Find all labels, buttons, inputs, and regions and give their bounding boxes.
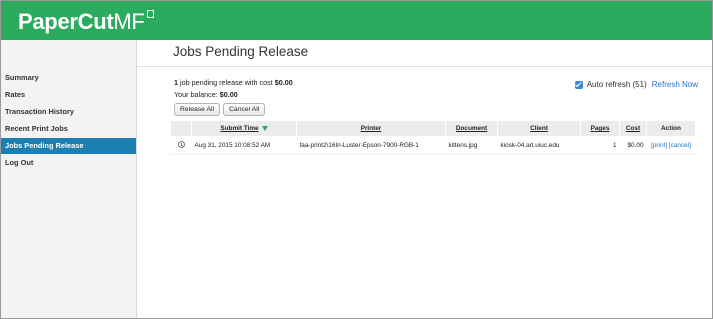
row-printer: faa-print2\16In-Luster-Epson-7900-RGB-1	[296, 136, 446, 155]
row-submit-time: Aug 31, 2015 10:08:52 AM	[191, 136, 297, 155]
auto-refresh-label: Auto refresh (51)	[586, 80, 647, 89]
header-pages[interactable]: Pages	[580, 121, 620, 136]
balance-line: Your balance: $0.00	[174, 90, 238, 99]
balance-value: $0.00	[219, 90, 238, 99]
sidebar-item-summary[interactable]: Summary	[1, 70, 136, 86]
title-divider	[137, 66, 712, 67]
header-cost[interactable]: Cost	[619, 121, 647, 136]
row-status-cell	[171, 136, 192, 155]
papercut-logo: PaperCut MF	[18, 9, 154, 35]
sidebar-item-jobs-pending-release[interactable]: Jobs Pending Release	[1, 138, 136, 154]
logo-text-light: MF	[113, 9, 145, 34]
print-job-link[interactable]: [print]	[651, 142, 667, 149]
table-row: Aug 31, 2015 10:08:52 AM faa-print2\16In…	[171, 136, 696, 155]
logo-text-bold: PaperCut	[18, 9, 114, 34]
header-document[interactable]: Document	[445, 121, 498, 136]
pending-cost: $0.00	[274, 78, 293, 87]
bulk-actions: Release All Cancel All	[174, 103, 266, 116]
row-document: kittens.jpg	[445, 136, 498, 155]
auto-refresh-checkbox[interactable]	[574, 80, 583, 89]
header-client[interactable]: Client	[497, 121, 581, 136]
sidebar-nav: Summary Rates Transaction History Recent…	[1, 70, 136, 172]
sidebar: Summary Rates Transaction History Recent…	[1, 40, 137, 318]
clock-icon	[177, 141, 185, 149]
release-all-button[interactable]: Release All	[174, 103, 221, 116]
header-printer[interactable]: Printer	[296, 121, 446, 136]
sidebar-item-log-out[interactable]: Log Out	[1, 155, 136, 171]
sidebar-item-rates[interactable]: Rates	[1, 87, 136, 103]
auto-refresh-control: Auto refresh (51) Refresh Now	[574, 80, 698, 89]
sort-down-arrow-icon	[261, 125, 268, 131]
sidebar-item-transaction-history[interactable]: Transaction History	[1, 104, 136, 120]
row-cost: $0.00	[619, 136, 647, 155]
row-pages: 1	[580, 136, 620, 155]
sidebar-item-recent-print-jobs[interactable]: Recent Print Jobs	[1, 121, 136, 137]
refresh-now-link[interactable]: Refresh Now	[652, 80, 698, 89]
pending-summary: 1 job pending release with cost $0.00	[174, 78, 293, 87]
jobs-table-header: Submit Time Printer Document Client Page…	[171, 121, 696, 136]
cancel-job-link[interactable]: [cancel]	[669, 142, 691, 149]
balance-label: Your balance:	[174, 90, 220, 99]
top-header: PaperCut MF	[1, 1, 712, 40]
jobs-table: Submit Time Printer Document Client Page…	[171, 121, 696, 155]
header-status	[171, 121, 192, 136]
pending-summary-text: job pending release with cost	[178, 78, 275, 87]
cancel-all-button[interactable]: Cancel All	[223, 103, 266, 116]
header-action: Action	[646, 121, 696, 136]
logo-mark-icon	[146, 10, 154, 18]
row-actions: [print] [cancel]	[646, 136, 696, 155]
page-title: Jobs Pending Release	[173, 44, 309, 59]
row-client: kiosk-04.art.uiuc.edu	[497, 136, 581, 155]
header-submit-time-label: Submit Time	[220, 125, 259, 132]
header-submit-time[interactable]: Submit Time	[191, 121, 297, 136]
app-window: PaperCut MF Summary Rates Transaction His…	[0, 0, 713, 319]
main-content: Jobs Pending Release 1 job pending relea…	[137, 40, 712, 318]
